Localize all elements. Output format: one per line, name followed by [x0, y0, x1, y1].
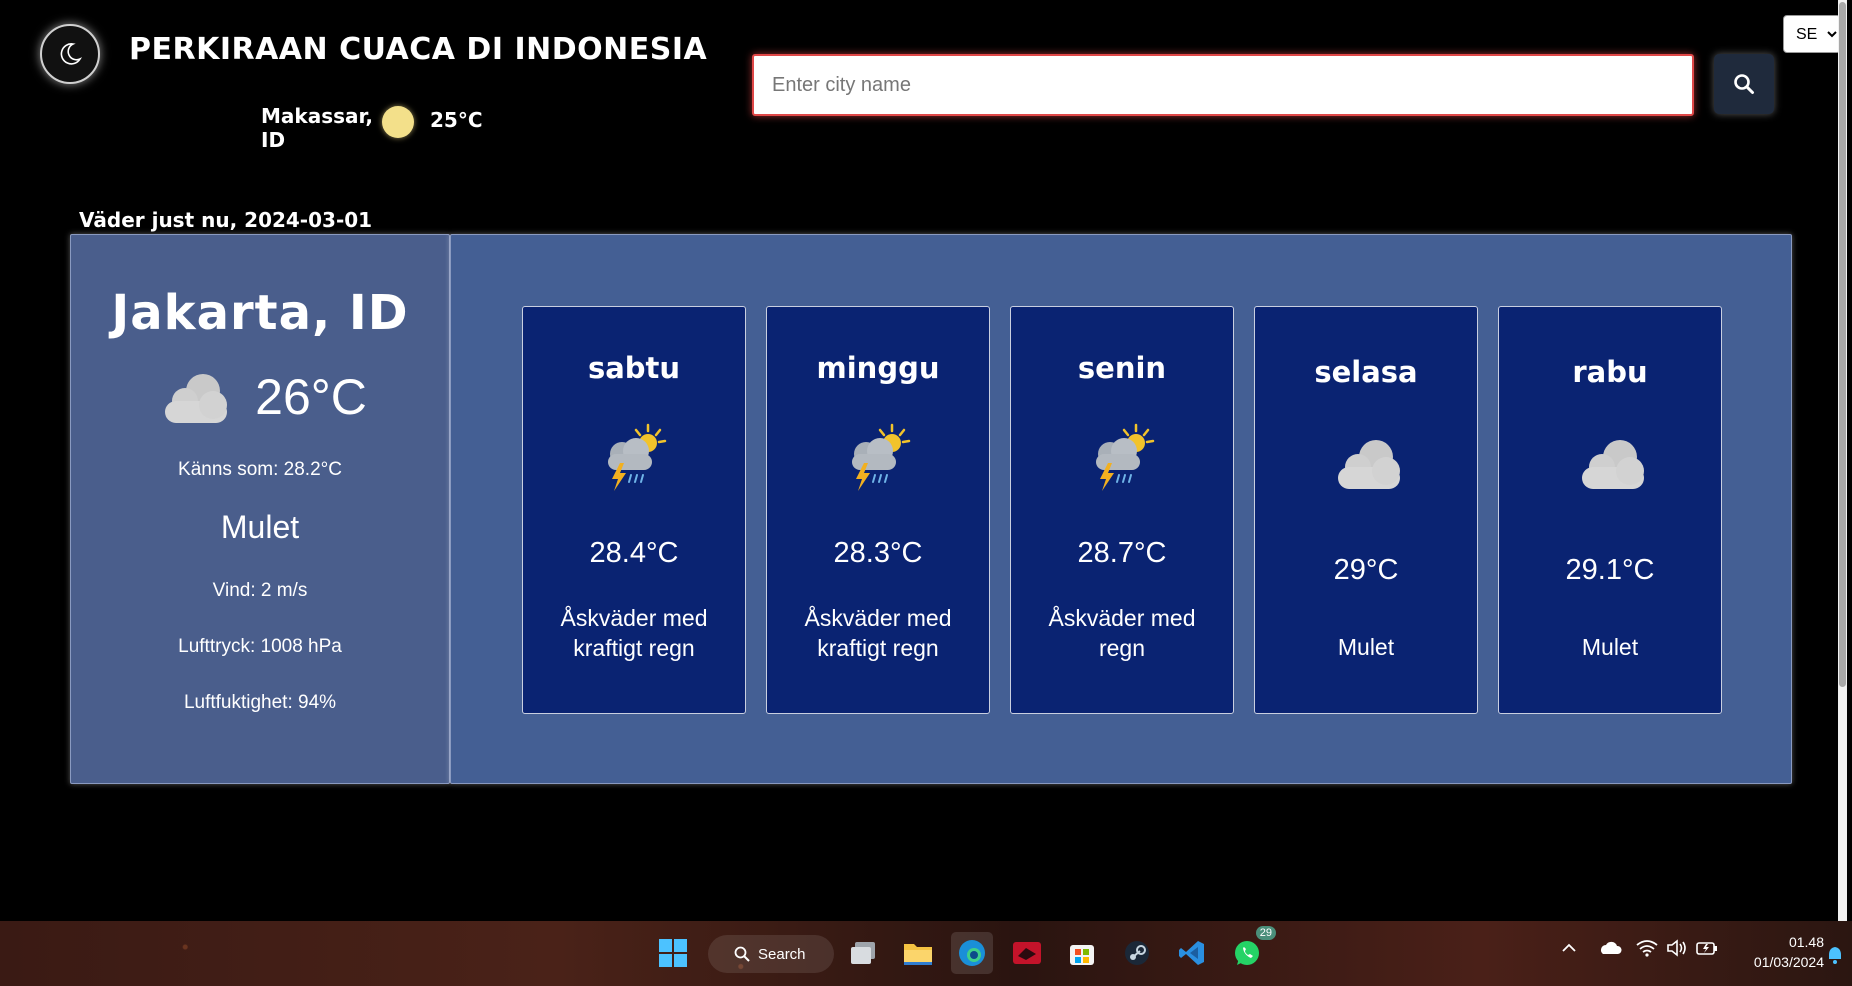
- app-icon: [1013, 942, 1041, 964]
- search-button[interactable]: [1714, 54, 1774, 114]
- current-temp: 26°C: [255, 369, 367, 425]
- system-tray: [1560, 939, 1718, 957]
- taskbar-search-label: Search: [758, 945, 806, 963]
- notification-bell-icon[interactable]: [1826, 945, 1844, 965]
- feels-like: Känns som: 28.2°C: [178, 459, 342, 480]
- edge-icon: [959, 940, 985, 966]
- clock-date: 01/03/2024: [1753, 954, 1824, 970]
- windows-taskbar: Search 29 01.48 01/03/2024: [0, 921, 1852, 986]
- whatsapp-badge: 29: [1255, 926, 1276, 940]
- theme-toggle-button[interactable]: [40, 24, 100, 84]
- whatsapp-icon: [1235, 941, 1259, 965]
- site-title: PERKIRAAN CUACA DI INDONESIA: [129, 32, 708, 67]
- whatsapp-button[interactable]: 29: [1226, 926, 1276, 974]
- current-weather-panel: Jakarta, ID 26°C Känns som: 28.2°C Mulet…: [70, 234, 450, 784]
- forecast-description: Mulet: [1581, 634, 1639, 660]
- pressure: Lufttryck: 1008 hPa: [178, 636, 342, 657]
- forecast-temp: 28.3°C: [833, 537, 923, 569]
- moon-icon: [60, 43, 83, 65]
- search-icon: [734, 946, 750, 962]
- clock-time: 01.48: [1788, 934, 1824, 950]
- current-weather-heading: Väder just nu, 2024-03-01: [79, 208, 373, 232]
- sun-icon: [382, 106, 414, 138]
- task-view-icon: [851, 942, 875, 964]
- steam-button[interactable]: [1116, 932, 1158, 974]
- forecast-card: sabtu 28.4°C Åskväder med kraftigt regn: [522, 306, 746, 714]
- forecast-description: Åskväder med regn: [1048, 605, 1196, 661]
- quick-weather-temp: 25°C: [430, 108, 483, 132]
- edge-button[interactable]: [951, 932, 993, 974]
- quick-weather-city: Makassar, ID: [261, 104, 374, 152]
- cloud-icon: [1338, 440, 1400, 489]
- wind: Vind: 2 m/s: [212, 580, 308, 601]
- forecast-temp: 29°C: [1333, 554, 1399, 586]
- steam-icon: [1125, 941, 1149, 965]
- forecast-day: selasa: [1314, 355, 1418, 389]
- forecast-day: senin: [1077, 351, 1167, 385]
- forecast-description: Åskväder med kraftigt regn: [560, 605, 708, 661]
- onedrive-icon[interactable]: [1598, 939, 1622, 957]
- quick-weather: Makassar, ID 25°C: [261, 104, 483, 152]
- thunderstorm-icon: [852, 423, 911, 491]
- start-icon: [659, 939, 687, 967]
- forecast-card: senin 28.7°C Åskväder med regn: [1010, 306, 1234, 714]
- search-icon: [1734, 74, 1754, 94]
- app-button[interactable]: [1006, 932, 1048, 974]
- forecast-temp: 28.4°C: [589, 537, 679, 569]
- store-button[interactable]: [1061, 932, 1103, 974]
- forecast-panel: sabtu 28.4°C Åskväder med kraftigt regn …: [450, 234, 1792, 784]
- vscode-icon: [1179, 941, 1204, 965]
- forecast-temp: 29.1°C: [1565, 554, 1655, 586]
- file-explorer-button[interactable]: [897, 932, 939, 974]
- battery-icon[interactable]: [1696, 939, 1718, 957]
- wifi-icon[interactable]: [1636, 939, 1658, 957]
- thunderstorm-icon: [608, 423, 667, 491]
- scrollbar-thumb[interactable]: [1839, 2, 1846, 687]
- forecast-card: rabu 29.1°C Mulet: [1498, 306, 1722, 714]
- file-explorer-icon: [904, 944, 932, 965]
- store-icon: [1070, 945, 1094, 965]
- current-description: Mulet: [220, 509, 300, 545]
- vscode-button[interactable]: [1171, 932, 1213, 974]
- current-city: Jakarta, ID: [111, 285, 409, 341]
- taskbar-search[interactable]: Search: [708, 935, 834, 973]
- forecast-card: selasa 29°C Mulet: [1254, 306, 1478, 714]
- language-select[interactable]: SE: [1783, 15, 1841, 53]
- weather-app: PERKIRAAN CUACA DI INDONESIA Makassar, I…: [5, 0, 1847, 921]
- forecast-description: Åskväder med kraftigt regn: [804, 605, 952, 661]
- chevron-up-icon[interactable]: [1560, 939, 1578, 957]
- thunderstorm-icon: [1096, 423, 1155, 491]
- forecast-card: minggu 28.3°C Åskväder med kraftigt regn: [766, 306, 990, 714]
- forecast-day: rabu: [1572, 355, 1648, 389]
- taskbar-clock[interactable]: 01.48 01/03/2024: [1738, 932, 1824, 972]
- forecast-temp: 28.7°C: [1077, 537, 1167, 569]
- page-scrollbar[interactable]: [1838, 0, 1847, 921]
- cloud-icon: [165, 374, 228, 423]
- volume-icon[interactable]: [1666, 939, 1688, 957]
- city-search-input[interactable]: [752, 54, 1694, 116]
- forecast-day: sabtu: [587, 351, 681, 385]
- humidity: Luftfuktighet: 94%: [183, 692, 337, 713]
- start-button[interactable]: [652, 932, 694, 974]
- task-view-button[interactable]: [842, 932, 884, 974]
- forecast-day: minggu: [816, 351, 940, 385]
- cloud-icon: [1582, 440, 1644, 489]
- forecast-description: Mulet: [1337, 634, 1395, 660]
